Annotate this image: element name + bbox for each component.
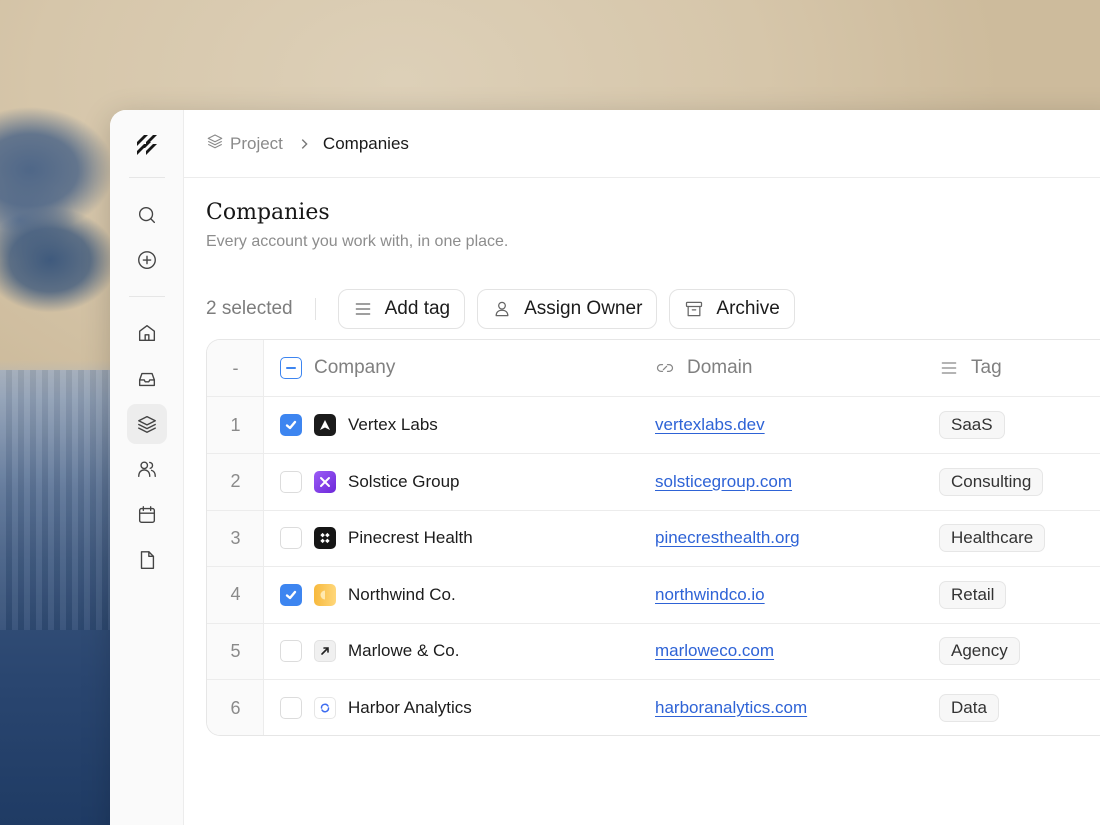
- domain-link[interactable]: solsticegroup.com: [655, 472, 792, 492]
- domain-link[interactable]: pinecresthealth.org: [655, 528, 800, 548]
- row-checkbox[interactable]: [280, 414, 302, 436]
- company-name: Harbor Analytics: [348, 698, 472, 717]
- list-icon: [355, 303, 370, 315]
- table-row[interactable]: 1 Vertex Labs vertexlabs.dev SaaS: [207, 397, 1100, 454]
- sidebar-divider: [129, 177, 165, 178]
- table-row[interactable]: 2 Solstice Group solsticegroup.com Consu…: [207, 454, 1100, 511]
- tag-badge[interactable]: Healthcare: [939, 524, 1046, 552]
- row-checkbox[interactable]: [280, 583, 302, 606]
- row-index: 3: [230, 527, 241, 548]
- add-tag-button[interactable]: Add tag: [337, 289, 466, 329]
- sidebar-projects[interactable]: [127, 404, 167, 444]
- company-name: Pinecrest Health: [348, 528, 473, 547]
- tag-badge[interactable]: Agency: [939, 637, 1020, 665]
- sidebar-people[interactable]: [127, 449, 167, 489]
- page-subtitle: Every account you work with, in one plac…: [206, 233, 509, 250]
- page-title: Companies: [206, 200, 330, 225]
- user-icon: [495, 301, 509, 317]
- row-index: 1: [230, 414, 241, 435]
- layers-icon: [206, 132, 224, 155]
- breadcrumb-current: Companies: [322, 133, 409, 153]
- company-name: Marlowe & Co.: [348, 641, 460, 660]
- sidebar-inbox[interactable]: [127, 359, 167, 399]
- bulk-action-toolbar: 2 selected Add tag Assign Owner Archive: [206, 289, 807, 329]
- tag-badge[interactable]: SaaS: [939, 411, 1005, 439]
- column-header-domain[interactable]: Domain: [687, 357, 752, 379]
- northwind-logo: [314, 583, 336, 606]
- row-checkbox[interactable]: [280, 697, 302, 719]
- companies-table: - Company Domain Tag 1 Vertex Labs verte…: [206, 339, 1100, 736]
- table-row[interactable]: 5 Marlowe & Co. marloweco.com Agency: [207, 623, 1100, 680]
- column-header-company[interactable]: Company: [314, 357, 395, 379]
- sidebar-search[interactable]: [127, 195, 167, 235]
- toolbar-divider: [314, 298, 316, 320]
- table-header-row: - Company Domain Tag: [207, 340, 1100, 397]
- row-index: 6: [230, 697, 241, 718]
- select-all-checkbox[interactable]: [280, 357, 302, 379]
- sidebar-divider: [129, 296, 165, 297]
- sidebar-documents[interactable]: [127, 540, 167, 580]
- sidebar-calendar[interactable]: [127, 495, 167, 535]
- app-window: Project Companies Companies Every accoun…: [110, 110, 1100, 825]
- row-index: 4: [230, 584, 241, 604]
- tag-badge[interactable]: Consulting: [939, 467, 1044, 496]
- assign-owner-button[interactable]: Assign Owner: [477, 289, 658, 329]
- sidebar-home[interactable]: [127, 313, 167, 353]
- plus-circle-icon: [138, 251, 156, 269]
- company-name: Vertex Labs: [348, 415, 438, 434]
- row-index: 5: [230, 640, 241, 661]
- row-checkbox[interactable]: [280, 640, 302, 662]
- domain-link[interactable]: northwindco.io: [655, 585, 765, 605]
- row-checkbox[interactable]: [280, 470, 302, 493]
- layers-icon: [138, 415, 156, 433]
- list-icon: [939, 358, 971, 378]
- inbox-icon: [138, 372, 156, 387]
- table-row[interactable]: 4 Northwind Co. northwindco.io Retail: [207, 567, 1100, 624]
- sidebar: [110, 110, 184, 825]
- users-icon: [138, 461, 156, 478]
- home-icon: [138, 324, 156, 342]
- domain-link[interactable]: marloweco.com: [655, 641, 774, 661]
- table-row[interactable]: 6 Harbor Analytics harboranalytics.com D…: [207, 680, 1100, 736]
- row-checkbox[interactable]: [280, 527, 302, 549]
- pinecrest-logo: [314, 527, 336, 549]
- link-icon: [655, 358, 687, 378]
- add-tag-label: Add tag: [384, 298, 451, 319]
- solstice-logo: [314, 470, 336, 493]
- breadcrumb-parent[interactable]: Project: [230, 134, 283, 154]
- tag-badge[interactable]: Retail: [939, 580, 1007, 609]
- archive-button[interactable]: Archive: [669, 289, 795, 329]
- background-village: [0, 370, 115, 630]
- app-logo-icon[interactable]: [134, 132, 160, 158]
- marlowe-logo: [314, 640, 336, 662]
- harbor-logo: [314, 697, 336, 719]
- selected-count: 2 selected: [206, 298, 293, 319]
- file-icon: [140, 551, 155, 569]
- company-name: Solstice Group: [348, 471, 460, 491]
- breadcrumb: Project Companies: [184, 110, 1100, 178]
- sidebar-create[interactable]: [127, 240, 167, 280]
- archive-label: Archive: [716, 298, 780, 319]
- domain-link[interactable]: vertexlabs.dev: [655, 415, 765, 435]
- vertex-logo: [314, 414, 336, 436]
- calendar-icon: [138, 506, 156, 524]
- archive-icon: [686, 301, 703, 317]
- main-content: Project Companies Companies Every accoun…: [184, 110, 1100, 825]
- row-index: 2: [230, 471, 241, 491]
- company-name: Northwind Co.: [348, 584, 456, 604]
- search-icon: [138, 206, 156, 224]
- chevron-right-icon: [297, 137, 311, 151]
- index-header: -: [232, 357, 239, 378]
- column-header-tag[interactable]: Tag: [971, 357, 1002, 379]
- tag-badge[interactable]: Data: [939, 694, 999, 722]
- assign-owner-label: Assign Owner: [524, 298, 643, 319]
- table-row[interactable]: 3 Pinecrest Health pinecresthealth.org H…: [207, 510, 1100, 567]
- domain-link[interactable]: harboranalytics.com: [655, 698, 807, 718]
